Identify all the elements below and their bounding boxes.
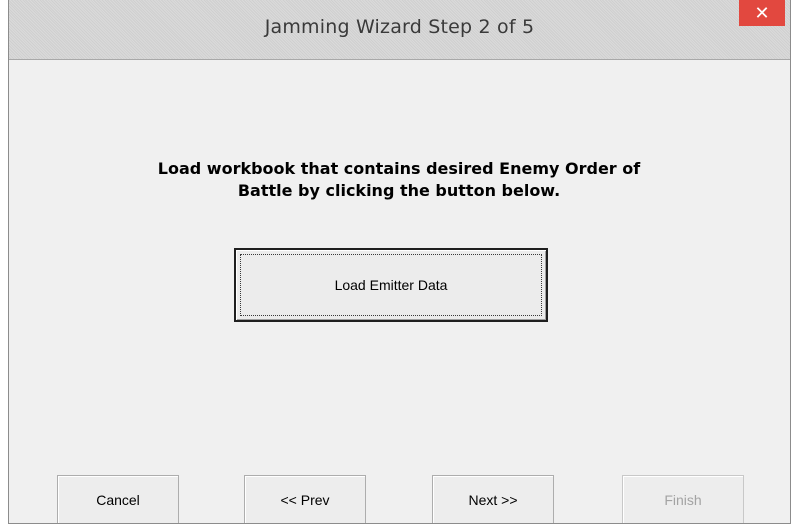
- next-button[interactable]: Next >>: [432, 475, 554, 523]
- close-icon: ✕: [754, 2, 770, 24]
- title-bar: Jamming Wizard Step 2 of 5 ✕: [9, 0, 790, 60]
- close-button[interactable]: ✕: [739, 0, 785, 26]
- instruction-line-1: Load workbook that contains desired Enem…: [157, 159, 641, 178]
- window-title: Jamming Wizard Step 2 of 5: [264, 16, 535, 38]
- load-emitter-data-button[interactable]: Load Emitter Data: [234, 248, 548, 322]
- prev-button[interactable]: << Prev: [244, 475, 366, 523]
- cancel-button[interactable]: Cancel: [57, 475, 179, 523]
- wizard-window: Jamming Wizard Step 2 of 5 ✕ Load workbo…: [8, 0, 791, 524]
- instruction-line-2: Battle by clicking the button below.: [237, 181, 561, 200]
- focus-ring: [240, 254, 542, 316]
- instruction-message: Load workbook that contains desired Enem…: [79, 158, 719, 202]
- finish-button: Finish: [622, 475, 744, 523]
